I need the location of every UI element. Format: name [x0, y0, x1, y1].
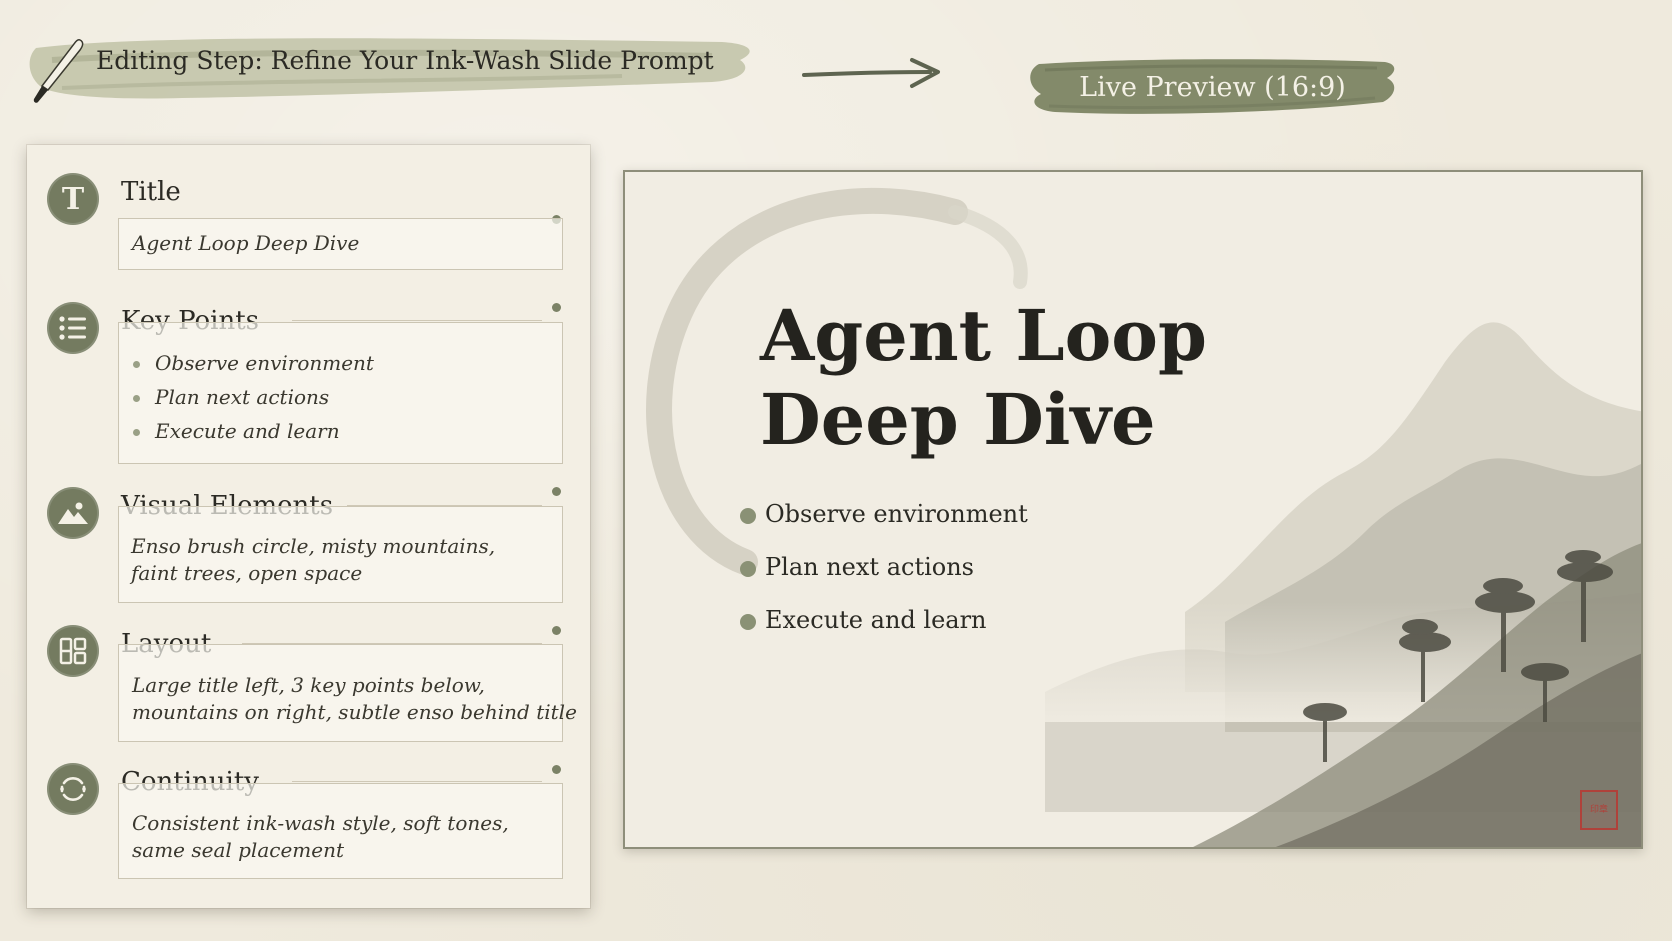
live-preview-label: Live Preview (16:9)	[1079, 71, 1346, 103]
section-marker-dot	[552, 765, 561, 774]
section-marker-dot	[552, 626, 561, 635]
arrow-right-icon	[800, 56, 945, 90]
bullet-dot	[740, 508, 756, 524]
layout-input[interactable]: Large title left, 3 key points below, mo…	[118, 644, 577, 742]
section-divider	[292, 320, 542, 321]
cycle-arrows-icon	[47, 763, 99, 815]
layout-grid-icon	[47, 625, 99, 677]
title-label: Title	[121, 177, 181, 207]
bullet-dot	[740, 614, 756, 630]
red-seal-stamp: 印章	[1580, 790, 1618, 830]
bullet-dot	[133, 395, 140, 402]
list-item: Observe environment	[133, 351, 374, 375]
list-item: Execute and learn	[133, 419, 340, 443]
layout-line-1: Large title left, 3 key points below,	[132, 673, 485, 697]
list-item: Plan next actions	[133, 385, 329, 409]
visual-elements-line-1: Enso brush circle, misty mountains,	[131, 534, 496, 558]
continuity-line-1: Consistent ink-wash style, soft tones,	[132, 811, 509, 835]
page-title: Editing Step: Refine Your Ink-Wash Slide…	[96, 46, 714, 75]
prompt-editor-panel: T Title Agent Loop Deep Dive Key Points …	[27, 145, 590, 908]
title-input-value: Agent Loop Deep Dive	[132, 231, 360, 255]
slide-point: Plan next actions	[740, 553, 974, 581]
key-points-input[interactable]: Observe environment Plan next actions Ex…	[118, 322, 563, 464]
letter-t-icon: T	[47, 173, 99, 225]
layout-line-2: mountains on right, subtle enso behind t…	[132, 700, 577, 724]
bullet-dot	[133, 429, 140, 436]
visual-elements-input[interactable]: Enso brush circle, misty mountains, fain…	[118, 506, 563, 603]
visual-elements-line-2: faint trees, open space	[131, 561, 363, 585]
bullet-dot	[740, 561, 756, 577]
slide-preview: Agent Loop Deep Dive Observe environment…	[623, 170, 1643, 849]
brush-pen-icon	[33, 39, 84, 103]
mountain-image-icon	[47, 487, 99, 539]
bullet-dot	[133, 361, 140, 368]
live-preview-banner: Live Preview (16:9)	[1025, 54, 1400, 120]
continuity-input[interactable]: Consistent ink-wash style, soft tones, s…	[118, 783, 563, 879]
slide-title: Agent Loop Deep Dive	[760, 294, 1207, 461]
section-divider	[292, 781, 542, 782]
slide-point: Execute and learn	[740, 606, 987, 634]
continuity-line-2: same seal placement	[132, 838, 345, 862]
list-icon	[47, 302, 99, 354]
section-marker-dot	[552, 303, 561, 312]
title-input[interactable]: Agent Loop Deep Dive	[118, 218, 563, 270]
section-marker-dot	[552, 487, 561, 496]
slide-point: Observe environment	[740, 500, 1028, 528]
